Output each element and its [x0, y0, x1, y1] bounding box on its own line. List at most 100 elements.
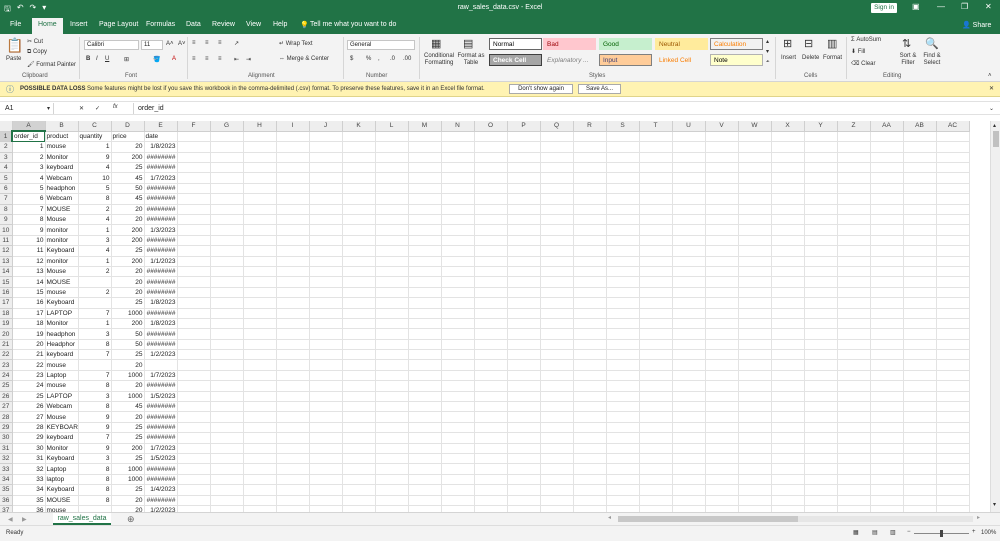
cell[interactable] [309, 453, 343, 465]
wrap-text-button[interactable]: ↵ Wrap Text [279, 40, 313, 47]
cell[interactable]: ######## [144, 308, 178, 319]
cell[interactable] [375, 453, 409, 465]
cell[interactable] [243, 339, 277, 351]
cell[interactable] [210, 131, 244, 143]
cell[interactable]: 200 [111, 256, 145, 267]
cell[interactable] [408, 308, 442, 319]
cell[interactable]: 20 [111, 359, 145, 371]
cell[interactable] [474, 484, 508, 496]
cell[interactable] [903, 484, 937, 496]
cell[interactable] [210, 266, 244, 278]
cell[interactable] [738, 474, 772, 486]
tab-data[interactable]: Data [186, 21, 201, 28]
cell[interactable] [903, 432, 937, 444]
cell[interactable] [936, 432, 970, 444]
cell[interactable]: 1/8/2023 [144, 318, 178, 330]
cell[interactable] [573, 245, 607, 257]
cell[interactable]: 20 [111, 141, 145, 153]
cell[interactable] [276, 204, 310, 216]
cell[interactable] [540, 411, 574, 423]
cell[interactable] [738, 287, 772, 299]
cell[interactable] [738, 245, 772, 257]
cell[interactable] [342, 256, 376, 267]
cell[interactable] [540, 328, 574, 340]
cell[interactable] [243, 484, 277, 496]
cell[interactable] [474, 380, 508, 392]
cell[interactable] [309, 204, 343, 216]
cell[interactable] [408, 204, 442, 216]
cell[interactable]: 25 [111, 297, 145, 309]
cell[interactable] [837, 474, 871, 486]
cell[interactable] [309, 495, 343, 506]
gallery-more-icon[interactable]: ⩡ [766, 59, 769, 66]
cell[interactable] [375, 495, 409, 506]
cell[interactable] [375, 422, 409, 434]
cell[interactable] [606, 266, 640, 278]
cell[interactable] [639, 224, 673, 236]
cell[interactable] [936, 266, 970, 278]
row-header[interactable]: 8 [0, 204, 13, 216]
cell[interactable] [375, 339, 409, 351]
cell[interactable]: 6 [12, 193, 46, 205]
cell[interactable] [144, 359, 178, 371]
cell[interactable] [540, 484, 574, 496]
cell[interactable]: 20 [12, 339, 46, 351]
cell[interactable] [408, 380, 442, 392]
cell[interactable] [870, 172, 904, 184]
cell[interactable]: 7 [78, 432, 112, 444]
cell[interactable] [738, 297, 772, 309]
cell[interactable] [870, 484, 904, 496]
cell[interactable] [705, 474, 739, 486]
cell[interactable]: ######## [144, 495, 178, 506]
cell[interactable] [540, 380, 574, 392]
cell[interactable] [903, 411, 937, 423]
cell[interactable] [804, 297, 838, 309]
column-header[interactable]: D [111, 121, 145, 132]
cell[interactable] [507, 256, 541, 267]
cell[interactable]: 2 [78, 287, 112, 299]
cell[interactable] [243, 411, 277, 423]
cell[interactable] [276, 266, 310, 278]
cell[interactable] [177, 266, 211, 278]
cell[interactable] [837, 266, 871, 278]
cell[interactable]: 20 [111, 287, 145, 299]
cell[interactable] [837, 318, 871, 330]
cell[interactable] [771, 370, 805, 382]
underline-icon[interactable]: U [105, 56, 109, 62]
collapse-ribbon-icon[interactable]: ˄ [988, 73, 992, 79]
format-cells-icon[interactable]: ▥ [827, 37, 837, 50]
cell[interactable] [441, 214, 475, 226]
column-header[interactable]: O [474, 121, 508, 132]
column-header[interactable]: X [771, 121, 805, 132]
cell[interactable] [936, 131, 970, 143]
cell[interactable] [375, 141, 409, 153]
cell[interactable]: 1 [12, 141, 46, 153]
font-color-icon[interactable]: A [172, 56, 176, 62]
cell[interactable] [870, 152, 904, 164]
cell[interactable] [672, 152, 706, 164]
cell[interactable]: LAPTOP [45, 391, 79, 403]
cell[interactable] [474, 297, 508, 309]
cell[interactable] [276, 474, 310, 486]
cell[interactable] [672, 204, 706, 216]
cell[interactable] [342, 131, 376, 143]
cell[interactable] [738, 401, 772, 413]
cell[interactable]: Keyboard [45, 245, 79, 257]
cell[interactable] [408, 266, 442, 278]
cell[interactable] [177, 193, 211, 205]
prev-sheet-icon[interactable]: ◀ [8, 516, 13, 523]
cell[interactable] [771, 162, 805, 174]
cell[interactable]: 7 [78, 349, 112, 361]
cell[interactable] [375, 245, 409, 257]
cell[interactable] [441, 256, 475, 267]
cell[interactable] [738, 349, 772, 361]
cell[interactable] [474, 224, 508, 236]
namebox-dropdown-icon[interactable]: ▾ [47, 105, 50, 112]
cell[interactable] [837, 370, 871, 382]
format-cells-button[interactable]: Format [823, 55, 842, 61]
cell[interactable] [639, 339, 673, 351]
cell-style-bad[interactable]: Bad [543, 38, 596, 50]
cell[interactable] [705, 256, 739, 267]
cell[interactable] [936, 380, 970, 392]
cell[interactable] [210, 172, 244, 184]
